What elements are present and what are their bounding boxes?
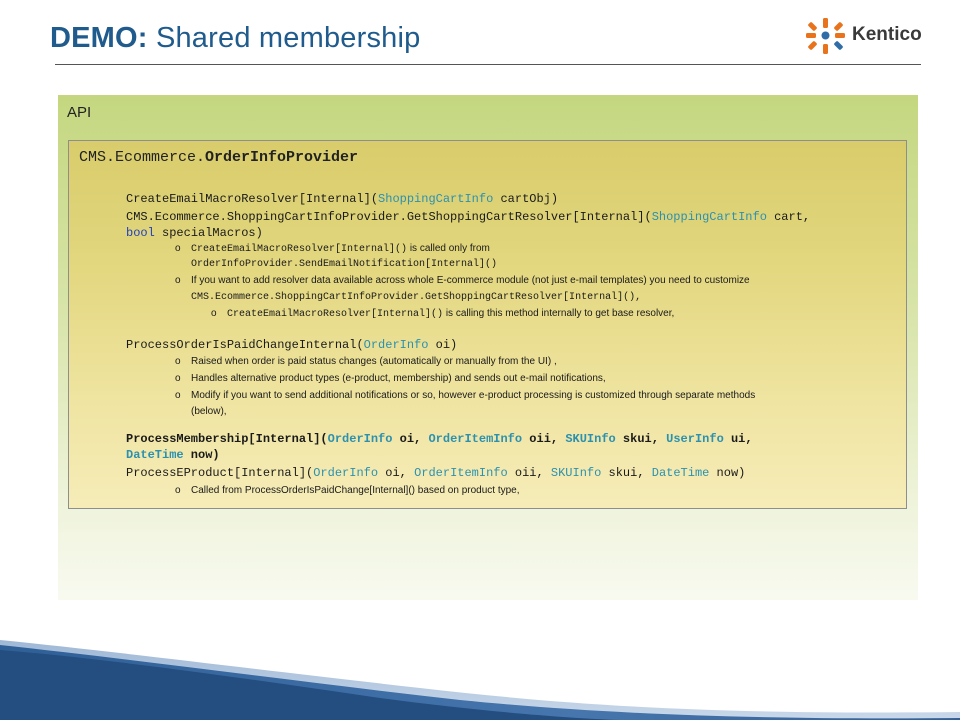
code-text: now)	[709, 466, 746, 480]
type-name: SKUInfo	[565, 432, 616, 446]
keyword: bool	[126, 226, 155, 240]
bullet-marker: o	[211, 308, 217, 319]
code-line-process-membership: ProcessMembership[Internal](OrderInfo oi…	[126, 431, 753, 447]
code-text: CreateEmailMacroResolver[Internal](	[126, 192, 379, 206]
code-line-create-email-macro-resolver: CreateEmailMacroResolver[Internal](Shopp…	[126, 191, 558, 207]
bullet-marker: o	[175, 356, 181, 367]
type-name: OrderInfo	[327, 432, 393, 446]
bullet-marker: o	[175, 390, 181, 401]
bullet-text: is called only from	[407, 243, 490, 254]
decorative-wave	[0, 640, 960, 720]
kentico-logo-icon	[806, 18, 845, 54]
code-line-get-shopping-cart-resolver: CMS.Ecommerce.ShoppingCartInfoProvider.G…	[126, 209, 810, 225]
slide-title-bold: DEMO:	[50, 22, 148, 54]
code-text: oi,	[378, 466, 415, 480]
bullet-continuation: CMS.Ecommerce.ShoppingCartInfoProvider.G…	[191, 292, 642, 303]
bullet-text: Modify if you want to send additional no…	[191, 390, 756, 401]
code-box-title-class: OrderInfoProvider	[205, 149, 359, 166]
code-line-process-eproduct: ProcessEProduct[Internal](OrderInfo oi, …	[126, 465, 745, 481]
code-box-title: CMS.Ecommerce.OrderInfoProvider	[79, 149, 358, 166]
bullet-marker: o	[175, 485, 181, 496]
code-text: oii,	[507, 466, 551, 480]
type-name: OrderInfo	[313, 466, 379, 480]
code-line-special-macros: bool specialMacros)	[126, 225, 263, 241]
bullet-marker: o	[175, 275, 181, 286]
slide-title-text: Shared membership	[155, 22, 421, 54]
code-text: now)	[183, 448, 220, 462]
code-text: skui,	[615, 432, 667, 446]
type-name: OrderItemInfo	[414, 466, 508, 480]
code-box: CMS.Ecommerce.OrderInfoProvider CreateEm…	[68, 140, 907, 509]
logo-text: Kentico	[852, 24, 922, 45]
code-text: CMS.Ecommerce.ShoppingCartInfoProvider.G…	[126, 210, 652, 224]
bullet-text: Called from ProcessOrderIsPaidChange[Int…	[191, 485, 520, 496]
code-text: oii,	[522, 432, 566, 446]
code-text: oi,	[392, 432, 429, 446]
bullet-text: Handles alternative product types (e-pro…	[191, 373, 606, 384]
bullet-code: CreateEmailMacroResolver[Internal]()	[227, 309, 444, 320]
bullet-marker: o	[175, 243, 181, 254]
code-text: skui,	[601, 466, 652, 480]
code-text: cart,	[766, 210, 811, 224]
type-name: OrderItemInfo	[428, 432, 523, 446]
kentico-logo: Kentico	[804, 16, 934, 56]
type-name: UserInfo	[666, 432, 724, 446]
bullet-marker: o	[175, 373, 181, 384]
bullet-text: Raised when order is paid status changes…	[191, 356, 557, 367]
type-name: ShoppingCartInfo	[378, 192, 494, 206]
code-text: ProcessEProduct[Internal](	[126, 466, 314, 480]
panel-title: API	[67, 104, 92, 121]
code-text: cartObj)	[493, 192, 559, 206]
code-line-process-membership-cont: DateTime now)	[126, 447, 220, 463]
type-name: OrderInfo	[363, 338, 429, 352]
type-name: SKUInfo	[550, 466, 602, 480]
type-name: DateTime	[126, 448, 184, 462]
title-divider	[55, 64, 921, 65]
code-box-title-namespace: CMS.Ecommerce.	[79, 149, 206, 166]
bullet-text: If you want to add resolver data availab…	[191, 275, 750, 286]
bullet-continuation: OrderInfoProvider.SendEmailNotification[…	[191, 259, 498, 270]
code-text: ProcessMembership[Internal](	[126, 432, 328, 446]
code-text: oi)	[428, 338, 458, 352]
bullet-text: is calling this method internally to get…	[443, 308, 675, 319]
code-text: ui,	[723, 432, 753, 446]
bullet-code: CreateEmailMacroResolver[Internal]()	[191, 244, 408, 255]
type-name: DateTime	[651, 466, 710, 480]
code-text: specialMacros)	[154, 226, 263, 240]
bullet-continuation: (below),	[191, 406, 227, 417]
api-panel: API CMS.Ecommerce.OrderInfoProvider Crea…	[58, 95, 918, 600]
code-text: ProcessOrderIsPaidChangeInternal(	[126, 338, 364, 352]
slide-title: DEMO: Shared membership	[50, 22, 420, 55]
type-name: ShoppingCartInfo	[651, 210, 767, 224]
code-line-process-order-is-paid-change: ProcessOrderIsPaidChangeInternal(OrderIn…	[126, 337, 457, 353]
